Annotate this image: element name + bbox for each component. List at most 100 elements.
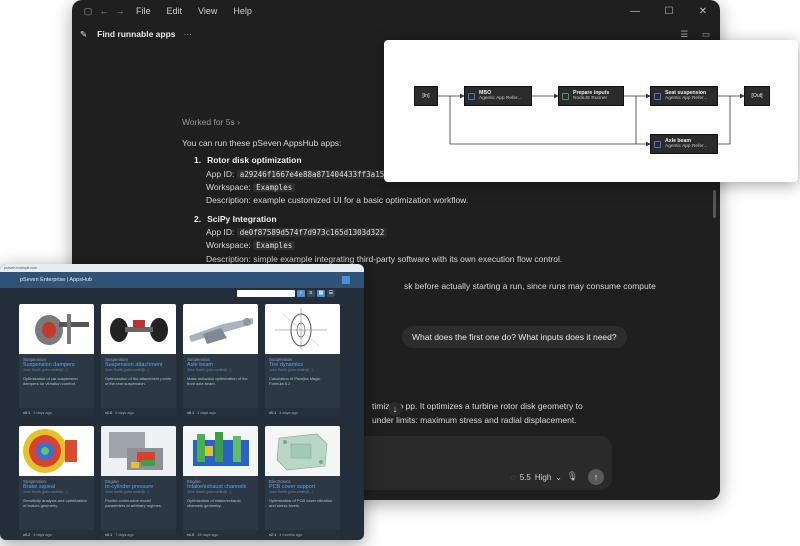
card-version: v0.1 <box>269 411 277 415</box>
forward-arrow-icon[interactable]: → <box>112 6 128 16</box>
seat-suspension-node[interactable]: Seat suspension Agentic App Refer... <box>650 86 718 106</box>
card-version: v1.0 <box>187 533 195 537</box>
card-category: Engine <box>187 479 201 484</box>
workflow-diagram: [In] MBO Agentic App Refer... Prepare inp… <box>384 40 798 182</box>
list-view-icon[interactable]: ☰ <box>327 290 335 297</box>
app-thumbnail <box>265 304 340 354</box>
card-description: Mass reduction optimization of the front… <box>187 376 248 387</box>
node-subtitle: Agentic App Refer... <box>665 96 708 101</box>
app-card[interactable]: Electronics PCB cover support John Smith… <box>265 426 340 540</box>
answer-line: under limits: maximum stress and radial … <box>372 414 577 425</box>
menu-file[interactable]: File <box>136 6 151 16</box>
menu-help[interactable]: Help <box>233 6 252 16</box>
workflow-connectors <box>438 93 745 147</box>
card-category: Suspension <box>105 357 128 362</box>
send-button[interactable]: ↑ <box>588 469 604 485</box>
assistant-answer: timizatio pp. It optimizes a turbine rot… <box>372 400 692 427</box>
app-thumbnail <box>101 426 176 476</box>
workspace: Examples <box>253 241 296 251</box>
app-thumbnail <box>19 426 94 476</box>
app-thumbnail <box>101 304 176 354</box>
node-subtitle: NodeJS Runner <box>573 96 608 101</box>
item-number: 1. <box>194 155 202 166</box>
app-card[interactable]: Engine Intake/exhaust channels John Smit… <box>183 426 258 540</box>
card-category: Suspension <box>23 357 46 362</box>
card-version: v0.1 <box>187 411 195 415</box>
user-menu-button[interactable] <box>342 276 350 284</box>
menu-edit[interactable]: Edit <box>167 6 183 16</box>
card-footer: v2.1 4 months ago <box>265 530 340 540</box>
grid-view-icon[interactable]: ▦ <box>317 290 325 297</box>
app-name: Rotor disk optimization <box>207 155 302 166</box>
note-text: sk before actually starting a run, since… <box>404 281 656 291</box>
app-thumbnail <box>265 426 340 476</box>
card-category: Suspension <box>269 357 292 362</box>
axle-beam-node[interactable]: Axle beam Agentic App Refer... <box>650 134 718 154</box>
app-card[interactable]: Suspension Tire dynamics John Smith (joh… <box>265 304 340 418</box>
block-icon <box>654 93 661 100</box>
app-thumbnail <box>183 426 258 476</box>
scrollbar[interactable] <box>713 190 716 218</box>
thread-title: Find runnable apps <box>97 29 176 39</box>
search-icon[interactable]: ⌕ <box>297 290 305 297</box>
app-card[interactable]: Engine In-cylinder pressure John Smith (… <box>101 426 176 540</box>
app-thumbnail <box>19 304 94 354</box>
card-footer: v1.0 15 days ago <box>183 530 258 540</box>
mbo-node[interactable]: MBO Agentic App Refer... <box>464 86 532 106</box>
card-age: 15 days ago <box>197 533 218 537</box>
workspace: Examples <box>253 182 296 192</box>
workspace-label: Workspace: <box>206 240 251 251</box>
more-options-button[interactable]: ··· <box>184 29 193 39</box>
model-version: 5.5 <box>519 473 531 482</box>
panel-icon[interactable]: ▭ <box>702 29 710 40</box>
description-label: Description: <box>206 194 251 205</box>
app-card[interactable]: Suspension Suspension dampers John Smith… <box>19 304 94 418</box>
output-node[interactable]: [Out] <box>744 86 770 106</box>
prepare-inputs-node[interactable]: Prepare inputs NodeJS Runner <box>558 86 624 106</box>
scroll-down-button[interactable]: ↓ <box>388 402 402 416</box>
message-composer[interactable]: ◌ 5.5 High ⌄ 🎙 ↑ <box>322 436 612 490</box>
app-id: de0f87589d574f7d973c165d1303d322 <box>236 228 388 238</box>
card-version: v0.1 <box>23 411 31 415</box>
card-footer: v0.1 4 days ago <box>183 408 258 418</box>
app-card[interactable]: Suspension Suspension attachment John Sm… <box>101 304 176 418</box>
card-age: 4 days ago <box>197 411 216 415</box>
card-description: Optimization of car suspension dampers f… <box>23 376 78 387</box>
node-subtitle: Agentic App Refer... <box>665 144 708 149</box>
card-description: Optimization of intake/exhaust channels … <box>187 498 241 509</box>
input-node[interactable]: [In] <box>414 86 438 106</box>
filter-icon[interactable]: ≡ <box>307 290 315 297</box>
app-id-label: App ID: <box>206 227 235 238</box>
edit-icon[interactable]: ✎ <box>80 29 87 40</box>
card-description: Calculation of Pacejka Magic Formula 5.2 <box>269 376 321 387</box>
back-arrow-icon[interactable]: ← <box>96 6 112 16</box>
card-footer: v0.1 7 days ago <box>101 530 176 540</box>
minimize-icon[interactable]: — <box>618 6 652 17</box>
description: simple example integrating third-party s… <box>253 253 563 264</box>
item-number: 2. <box>194 214 202 225</box>
description-label: Description: <box>206 253 251 264</box>
card-footer: v0.2 4 days ago <box>19 530 94 540</box>
close-icon[interactable]: ✕ <box>686 6 720 17</box>
menu-view[interactable]: View <box>198 6 217 16</box>
card-category: Electronics <box>269 479 291 484</box>
window-controls: — ☐ ✕ <box>618 6 720 17</box>
app-card[interactable]: Suspension Axle beam John Smith (john.sm… <box>183 304 258 418</box>
loading-icon: ◌ <box>510 473 516 482</box>
browser-url[interactable]: pseven.example.com <box>4 266 37 270</box>
sidebar-toggle-icon[interactable]: ▢ <box>80 6 96 17</box>
search-input[interactable] <box>237 290 295 297</box>
model-selector[interactable]: ◌ 5.5 High ⌄ <box>511 473 562 482</box>
microphone-icon[interactable]: 🎙 <box>567 471 578 482</box>
card-category: Suspension <box>187 357 210 362</box>
workspace-label: Workspace: <box>206 181 251 192</box>
app-card[interactable]: Suspension Brake squeal John Smith (john… <box>19 426 94 540</box>
title-bar: ▢ ← → File Edit View Help — ☐ ✕ <box>72 0 720 22</box>
card-age: 7 days ago <box>115 533 134 537</box>
card-age: 4 months ago <box>279 533 303 537</box>
card-age: 5 days ago <box>115 411 134 415</box>
maximize-icon[interactable]: ☐ <box>652 6 686 17</box>
card-description: Optimization of PCB cover vibration and … <box>269 498 333 509</box>
card-category: Engine <box>105 479 119 484</box>
list-icon[interactable]: ☰ <box>680 29 688 40</box>
